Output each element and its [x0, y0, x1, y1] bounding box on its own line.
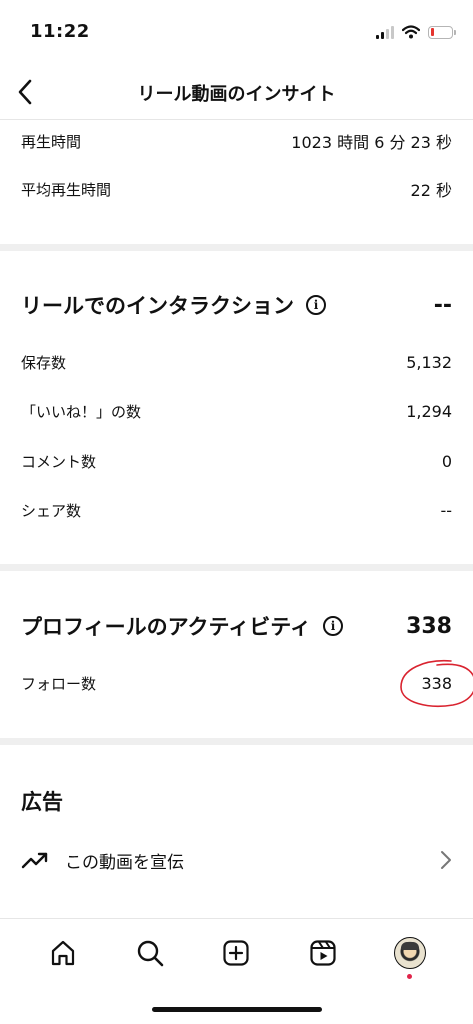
- average-playback-time-row: 平均再生時間 22 秒: [21, 177, 452, 201]
- tab-home[interactable]: [41, 931, 85, 975]
- playback-time-row: 再生時間 1023 時間 6 分 23 秒: [21, 129, 452, 153]
- row-value: 22 秒: [410, 181, 452, 200]
- info-icon[interactable]: i: [306, 295, 326, 315]
- tab-reels[interactable]: [301, 931, 345, 975]
- likes-row: 「いいね！」の数 1,294: [21, 399, 452, 423]
- row-value: 5,132: [406, 352, 452, 372]
- section-title: プロフィールのアクティビティ: [21, 615, 312, 639]
- row-value: --: [440, 500, 452, 520]
- trending-up-icon: [21, 852, 48, 869]
- interactions-header: リールでのインタラクション i --: [21, 288, 452, 322]
- status-bar: 11:22: [0, 0, 473, 66]
- row-value: 1,294: [406, 401, 452, 421]
- profile-activity-header: プロフィールのアクティビティ i 338: [21, 609, 452, 643]
- section-total: 338: [406, 613, 452, 639]
- page-title: リール動画のインサイト: [137, 84, 336, 105]
- follows-count: 338: [421, 673, 452, 693]
- battery-low-icon: [428, 25, 456, 39]
- row-label: シェア数: [21, 501, 82, 520]
- comments-row: コメント数 0: [21, 449, 452, 473]
- section-title: リールでのインタラクション: [21, 294, 294, 318]
- row-value: 338: [400, 659, 473, 707]
- chevron-right-icon: [441, 851, 451, 869]
- row-label: コメント数: [21, 452, 97, 471]
- notification-dot: [406, 973, 412, 979]
- promote-label: この動画を宣伝: [65, 852, 184, 873]
- tab-create[interactable]: [214, 931, 258, 975]
- section-total: --: [433, 292, 452, 318]
- profile-avatar-icon: [393, 936, 426, 969]
- tab-search[interactable]: [128, 931, 172, 975]
- ads-section-title: 広告: [21, 790, 63, 814]
- promote-video-row[interactable]: この動画を宣伝: [21, 842, 452, 878]
- reels-icon: [310, 939, 336, 966]
- row-value: 0: [441, 451, 452, 471]
- row-value: 1023 時間 6 分 23 秒: [291, 133, 452, 152]
- row-label: 保存数: [21, 353, 67, 372]
- search-icon: [137, 940, 164, 966]
- shares-row: シェア数 --: [21, 498, 452, 522]
- tab-profile[interactable]: [388, 931, 432, 979]
- home-indicator: [152, 1007, 322, 1012]
- row-label: フォロー数: [21, 674, 97, 693]
- tab-bar: [0, 918, 473, 986]
- cellular-signal-icon: [376, 25, 394, 39]
- nav-bar: リール動画のインサイト: [0, 66, 473, 120]
- saves-row: 保存数 5,132: [21, 350, 452, 374]
- section-divider: [0, 738, 473, 745]
- status-time: 11:22: [30, 21, 90, 42]
- create-plus-icon: [223, 939, 250, 966]
- row-label: 「いいね！」の数: [21, 402, 142, 421]
- battery-level-fill: [430, 28, 434, 36]
- section-divider: [0, 564, 473, 571]
- home-icon: [52, 940, 75, 965]
- row-label: 平均再生時間: [21, 180, 112, 199]
- row-label: 再生時間: [21, 132, 82, 151]
- info-icon[interactable]: i: [323, 616, 344, 636]
- status-icons: [376, 25, 456, 39]
- follows-row: フォロー数 338: [21, 659, 473, 707]
- wifi-icon: [402, 25, 420, 39]
- section-divider: [0, 244, 473, 251]
